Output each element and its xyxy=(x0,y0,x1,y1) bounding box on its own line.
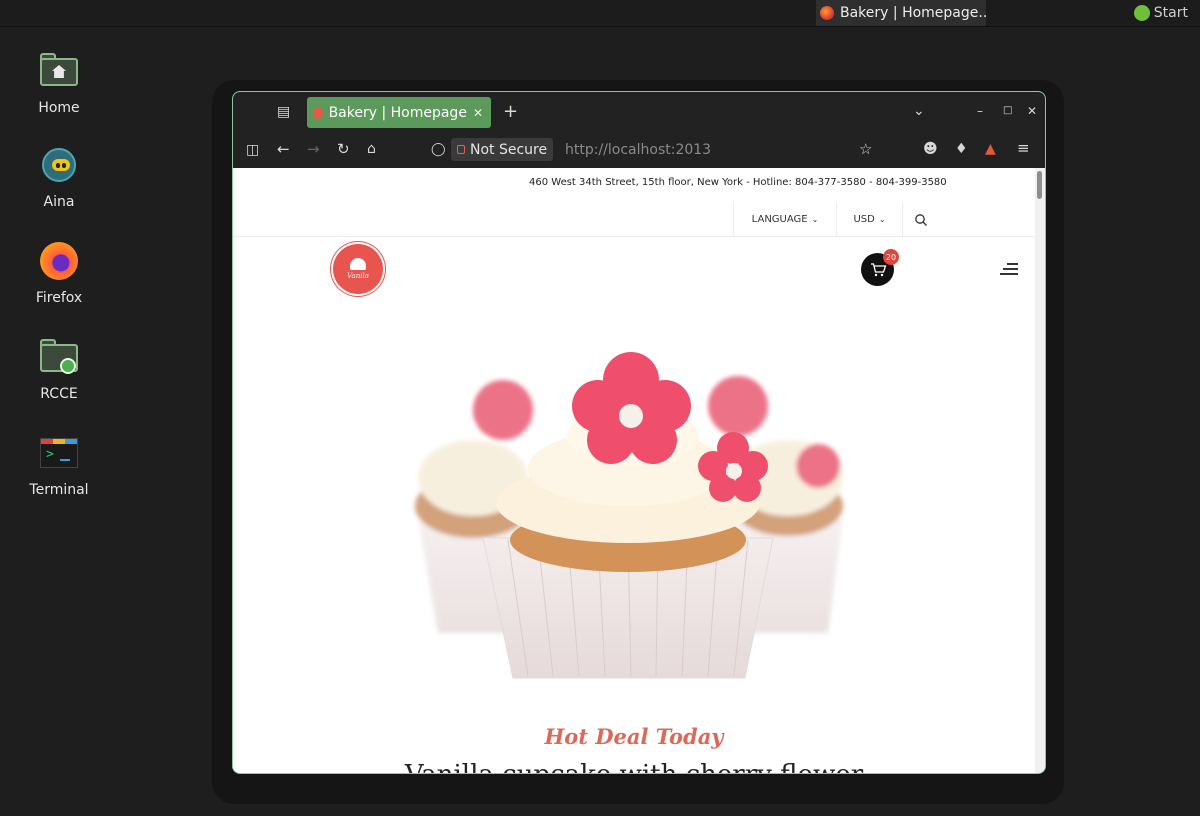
hot-deal-heading: Hot Deal Today xyxy=(544,724,724,749)
desktop-icon-label: RCCE xyxy=(40,386,78,402)
chevron-down-icon: ⌄ xyxy=(811,215,819,224)
desktop-icon-terminal[interactable]: > Terminal xyxy=(18,432,100,498)
language-dropdown[interactable]: LANGUAGE ⌄ xyxy=(733,203,836,236)
tab-title: Bakery | Homepage xyxy=(328,104,467,121)
insecure-lock-icon xyxy=(457,145,465,154)
desktop-icon-label: Terminal xyxy=(29,482,89,498)
web-page: 460 West 34th Street, 15th floor, New Yo… xyxy=(233,168,1035,773)
new-tab-icon[interactable]: + xyxy=(503,103,518,121)
navigation-bar: ◫ ← → ↻ ⌂ ◯ Not Secure http://localhost:… xyxy=(233,132,1045,168)
taskbar-window-title: Bakery | Homepage... xyxy=(840,5,986,21)
close-window-icon[interactable]: ✕ xyxy=(1027,105,1037,117)
logo-text: Vanila xyxy=(347,272,369,280)
aina-icon xyxy=(38,144,80,186)
desktop-icon-label: Firefox xyxy=(35,290,83,306)
currency-label: USD xyxy=(853,214,875,225)
desktop-icon-aina[interactable]: Aina xyxy=(18,144,100,210)
tab-bakery-homepage[interactable]: Bakery | Homepage ✕ xyxy=(307,97,491,128)
desktop-icon-home[interactable]: Home xyxy=(18,50,100,116)
home-folder-icon xyxy=(38,50,80,92)
scrollbar-thumb[interactable] xyxy=(1037,171,1042,199)
site-logo[interactable]: Vanila xyxy=(333,244,383,294)
home-icon[interactable]: ⌂ xyxy=(367,142,376,156)
tracking-shield-icon[interactable]: ◯ xyxy=(431,143,446,156)
desktop-icon-label: Aina xyxy=(43,194,75,210)
url-field[interactable]: http://localhost:2013 xyxy=(565,142,711,158)
extensions-icon[interactable]: ♦ xyxy=(955,142,968,156)
tab-list-chevron-icon[interactable]: ⌄ xyxy=(913,104,925,118)
hamburger-menu-button[interactable] xyxy=(1000,262,1018,276)
terminal-icon: > xyxy=(38,432,80,474)
account-icon[interactable]: ☻ xyxy=(923,142,938,156)
firefox-icon xyxy=(38,240,80,282)
tab-close-icon[interactable]: ✕ xyxy=(473,106,483,120)
language-label: LANGUAGE xyxy=(751,214,808,225)
hero-cupcake-image xyxy=(415,352,843,679)
desktop-icon-firefox[interactable]: Firefox xyxy=(18,240,100,306)
sidebar-toggle-icon[interactable]: ◫ xyxy=(246,143,259,157)
back-arrow-icon[interactable]: ← xyxy=(277,142,290,157)
tab-bar: ▤ Bakery | Homepage ✕ + ⌄ – □ ✕ xyxy=(233,92,1045,132)
tab-overview-icon[interactable]: ▤ xyxy=(277,105,290,119)
page-scrollbar[interactable] xyxy=(1035,168,1045,773)
app-menu-icon[interactable]: ≡ xyxy=(1017,141,1030,156)
start-button[interactable]: Start xyxy=(1133,0,1188,26)
start-label: Start xyxy=(1153,5,1188,21)
cart-count-badge: 20 xyxy=(883,249,899,265)
maximize-icon[interactable]: □ xyxy=(1003,106,1012,116)
top-panel: Bakery | Homepage... Start xyxy=(0,0,1200,27)
firefox-icon xyxy=(820,6,834,20)
contact-info: 460 West 34th Street, 15th floor, New Yo… xyxy=(529,177,947,188)
bookmark-star-icon[interactable]: ☆ xyxy=(859,142,872,157)
currency-dropdown[interactable]: USD ⌄ xyxy=(836,203,902,236)
browser-window: ▤ Bakery | Homepage ✕ + ⌄ – □ ✕ ◫ ← → ↻ … xyxy=(232,91,1046,774)
desktop-icon-label: Home xyxy=(38,100,80,116)
chevron-down-icon: ⌄ xyxy=(878,215,886,224)
search-button[interactable] xyxy=(902,203,938,236)
site-security-indicator[interactable]: Not Secure xyxy=(451,138,554,161)
extension-fox-icon[interactable]: ▲ xyxy=(985,142,996,156)
rcce-folder-icon xyxy=(38,336,80,378)
product-headline: Vanilla cupcake with cherry flower xyxy=(233,760,1035,773)
cupcake-logo-icon xyxy=(350,258,366,270)
top-navigation: LANGUAGE ⌄ USD ⌄ xyxy=(233,203,1035,237)
forward-arrow-icon[interactable]: → xyxy=(307,142,320,157)
desktop-icon-rcce[interactable]: RCCE xyxy=(18,336,100,402)
taskbar-window-button[interactable]: Bakery | Homepage... xyxy=(816,0,986,26)
reload-icon[interactable]: ↻ xyxy=(337,142,350,157)
tab-favicon-icon xyxy=(313,106,323,119)
start-icon xyxy=(1133,5,1150,21)
search-icon xyxy=(914,213,927,226)
security-label: Not Secure xyxy=(470,141,548,158)
minimize-icon[interactable]: – xyxy=(977,105,983,117)
